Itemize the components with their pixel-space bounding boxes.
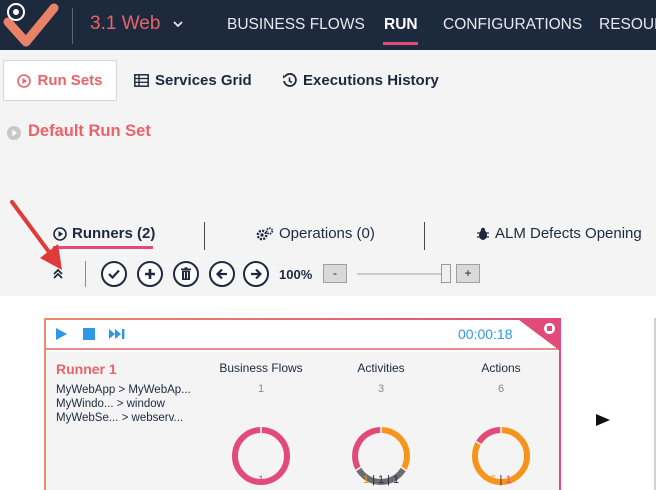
- play-triangle-icon[interactable]: [596, 414, 610, 426]
- zoom-out-button[interactable]: -: [323, 264, 347, 283]
- tab-services-grid-label: Services Grid: [155, 72, 252, 89]
- runner-target-app: MyWebSe... > webserv...: [56, 412, 184, 424]
- run-set-title[interactable]: Default Run Set: [28, 122, 151, 141]
- stat-actions[interactable]: Actions 6: [451, 361, 551, 395]
- stat-count: 1: [257, 383, 265, 395]
- runner-card-body: Runner 1 MyWebApp > MyWebAp... MyWindo..…: [46, 352, 559, 490]
- ginger-logo[interactable]: [0, 0, 60, 50]
- tab-alm-defects-label: ALM Defects Opening: [495, 225, 642, 242]
- runners-toolbar: 100% - +: [0, 261, 656, 291]
- run-set-panel: Default Run Set Runners (2) Operations (…: [0, 108, 656, 296]
- run-icon[interactable]: [54, 327, 68, 346]
- check-icon: [108, 269, 120, 280]
- runner-stop-corner-icon[interactable]: [544, 323, 555, 334]
- fast-forward-icon[interactable]: [108, 327, 126, 346]
- stat-title: Activities: [357, 361, 405, 375]
- tab-services-grid[interactable]: Services Grid: [134, 60, 252, 101]
- zoom-slider-track[interactable]: [357, 273, 449, 275]
- tab-divider: [204, 222, 205, 250]
- chevron-down-icon[interactable]: [172, 17, 184, 35]
- runner-name[interactable]: Runner 1: [56, 361, 117, 377]
- tab-alm-defects[interactable]: ALM Defects Opening: [476, 225, 642, 242]
- stat-count: 3: [377, 383, 385, 395]
- tab-operations-label: Operations (0): [279, 225, 375, 242]
- breakdown-separator: |: [384, 474, 394, 486]
- stat-title: Business Flows: [219, 361, 303, 375]
- plus-icon: [145, 269, 155, 279]
- trash-icon: [181, 267, 191, 280]
- nav-business-flows[interactable]: BUSINESS FLOWS: [227, 16, 365, 34]
- move-right-button[interactable]: [243, 261, 269, 287]
- check-button[interactable]: [101, 261, 127, 287]
- breakdown-value: 1: [393, 474, 400, 486]
- nav-resources[interactable]: RESOUR: [599, 16, 656, 34]
- tab-executions-history[interactable]: Executions History: [282, 60, 439, 101]
- bug-icon: [477, 227, 489, 240]
- play-circle-icon: [6, 125, 22, 146]
- stat-title: Actions: [481, 361, 521, 375]
- arrow-right-icon: [251, 268, 263, 280]
- runner-card[interactable]: 00:00:18 Runner 1 MyWebApp > MyWebAp... …: [44, 318, 561, 490]
- zoom-in-button[interactable]: +: [456, 264, 480, 283]
- active-nav-underline: [383, 42, 418, 45]
- runners-canvas: 00:00:18 Runner 1 MyWebApp > MyWebAp... …: [0, 296, 656, 490]
- tab-run-sets-label: Run Sets: [37, 72, 103, 89]
- tab-runners-label: Runners (2): [72, 225, 156, 242]
- add-runner-button[interactable]: [137, 261, 163, 287]
- actions-breakdown: 5 | 1: [451, 474, 551, 486]
- move-left-button[interactable]: [209, 261, 235, 287]
- stat-activities[interactable]: Activities 3: [331, 361, 431, 395]
- annotation-arrow: [0, 190, 80, 285]
- delete-button[interactable]: [173, 261, 199, 287]
- breakdown-separator: |: [368, 474, 378, 486]
- toolbar-divider: [85, 261, 86, 287]
- runner-target-app: MyWebApp > MyWebAp...: [56, 384, 191, 396]
- nav-run[interactable]: RUN: [384, 16, 418, 34]
- zoom-slider-thumb[interactable]: [441, 264, 451, 283]
- run-subtabs-bar: Run Sets Services Grid Executions Histor…: [0, 50, 656, 108]
- solution-name[interactable]: 3.1 Web: [90, 13, 160, 35]
- grid-icon: [134, 74, 149, 87]
- arrow-left-icon: [215, 268, 227, 280]
- runner-card-header: 00:00:18: [46, 320, 559, 350]
- stat-business-flows[interactable]: Business Flows 1: [211, 361, 311, 395]
- runner-target-app: MyWindo... > window: [56, 398, 165, 410]
- stat-count: 6: [497, 383, 505, 395]
- business-flows-breakdown: 1: [211, 474, 311, 486]
- play-circle-icon: [17, 73, 32, 88]
- tab-divider: [424, 222, 425, 250]
- nav-configurations[interactable]: CONFIGURATIONS: [443, 16, 582, 34]
- tab-operations[interactable]: Operations (0): [256, 225, 375, 242]
- breakdown-value: 1: [505, 474, 512, 486]
- topbar-divider: [72, 8, 73, 44]
- stop-icon[interactable]: [82, 327, 96, 346]
- top-nav-bar: 3.1 Web BUSINESS FLOWS RUN CONFIGURATION…: [0, 0, 656, 50]
- history-icon: [283, 73, 297, 87]
- gears-icon: [256, 226, 274, 240]
- runner-elapsed-time: 00:00:18: [458, 326, 513, 342]
- tab-run-sets[interactable]: Run Sets: [3, 60, 117, 101]
- tab-executions-history-label: Executions History: [303, 72, 439, 89]
- activities-breakdown: 1 | 1 | 1: [331, 474, 431, 486]
- breakdown-value: 1: [257, 474, 265, 486]
- zoom-level-label: 100%: [279, 267, 313, 282]
